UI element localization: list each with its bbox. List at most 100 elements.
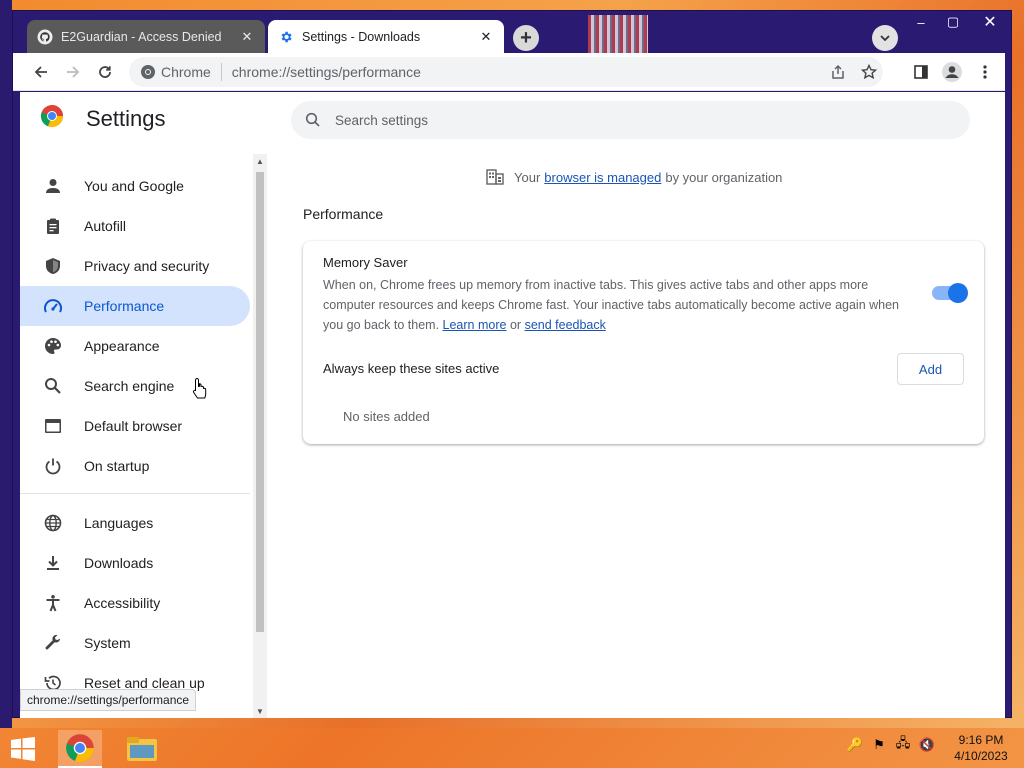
start-button[interactable] — [6, 734, 40, 764]
taskbar-clock[interactable]: 9:16 PM 4/10/2023 — [950, 732, 1012, 764]
memory-saver-description: When on, Chrome frees up memory from ina… — [323, 275, 903, 335]
close-icon[interactable]: ✕ — [239, 29, 255, 45]
bookmark-star-icon[interactable] — [858, 61, 880, 83]
sidebar-item-default-browser[interactable]: Default browser — [20, 406, 250, 446]
memory-saver-description-text: When on, Chrome frees up memory from ina… — [323, 278, 900, 332]
scroll-down-arrow[interactable]: ▼ — [253, 704, 267, 718]
building-icon — [486, 169, 504, 185]
tab-strip: E2Guardian - Access Denied ✕ Settings - … — [13, 11, 1011, 53]
tab-search-button[interactable] — [872, 25, 898, 51]
sidebar-item-accessibility[interactable]: Accessibility — [20, 583, 250, 623]
tab-title: Settings - Downloads — [302, 29, 421, 44]
scroll-up-arrow[interactable]: ▲ — [253, 154, 267, 168]
sidebar-item-performance[interactable]: Performance — [20, 286, 250, 326]
managed-prefix: Your — [514, 169, 541, 185]
sidebar-item-downloads[interactable]: Downloads — [20, 543, 250, 583]
reload-icon — [99, 66, 111, 78]
back-button[interactable] — [29, 60, 53, 84]
taskbar-chrome[interactable] — [58, 730, 102, 768]
sidebar-item-label: On startup — [84, 458, 150, 474]
desktop-edge — [0, 0, 12, 728]
learn-more-link[interactable]: Learn more — [443, 318, 507, 332]
sidebar-item-label: Languages — [84, 515, 154, 531]
or-text: or — [509, 318, 522, 332]
clock-date: 4/10/2023 — [954, 749, 1008, 763]
network-icon[interactable]: 🖧 — [894, 735, 912, 754]
sidebar-item-system[interactable]: System — [20, 623, 250, 663]
divider — [220, 63, 222, 81]
tab-e2guardian[interactable]: E2Guardian - Access Denied ✕ — [27, 20, 265, 53]
tab-settings[interactable]: Settings - Downloads ✕ — [268, 20, 504, 53]
search-icon — [42, 375, 64, 397]
globe-icon — [42, 512, 64, 534]
key-icon[interactable]: 🔑 — [846, 736, 864, 754]
sidebar-item-label: Appearance — [84, 338, 160, 354]
sidebar-item-label: Privacy and security — [84, 258, 210, 274]
memory-saver-toggle[interactable] — [932, 283, 968, 303]
send-feedback-link[interactable]: send feedback — [525, 318, 606, 332]
folder-icon — [127, 737, 157, 761]
sidebar-item-label: System — [84, 635, 131, 651]
side-panel-button[interactable] — [909, 60, 933, 84]
more-vertical-icon — [983, 65, 987, 79]
sidebar-item-autofill[interactable]: Autofill — [20, 206, 250, 246]
taskbar-file-explorer[interactable] — [120, 730, 164, 768]
sidebar-item-appearance[interactable]: Appearance — [20, 326, 250, 366]
taskbar: 🔑 ⚑ 🖧 🔇 9:16 PM 4/10/2023 — [0, 728, 1024, 768]
minimize-button[interactable]: – — [906, 11, 936, 33]
search-input[interactable]: Search settings — [291, 101, 970, 139]
power-icon — [42, 455, 64, 477]
sidebar-item-label: Performance — [84, 298, 165, 314]
nav-scrollbar[interactable]: ▲ ▼ — [253, 154, 267, 718]
browser-window: E2Guardian - Access Denied ✕ Settings - … — [12, 10, 1012, 718]
search-icon — [305, 112, 321, 128]
close-window-button[interactable]: ✕ — [969, 11, 1011, 33]
url-text[interactable]: chrome://settings/performance — [232, 64, 421, 80]
close-icon[interactable]: ✕ — [478, 29, 494, 45]
sidebar-item-label: Search engine — [84, 378, 175, 394]
sidebar-item-on-startup[interactable]: On startup — [20, 446, 250, 486]
clock-time: 9:16 PM — [958, 733, 1004, 747]
address-bar[interactable]: Chrome chrome://settings/performance — [129, 57, 883, 87]
flag-icon[interactable]: ⚑ — [870, 736, 888, 754]
browser-managed-link[interactable]: browser is managed — [544, 170, 661, 185]
status-bubble-url: chrome://settings/performance — [20, 689, 197, 711]
add-site-button[interactable]: Add — [897, 353, 964, 385]
speedometer-icon — [42, 295, 64, 317]
managed-notice: Your browser is managed by your organiza… — [486, 169, 782, 185]
reload-button[interactable] — [93, 60, 117, 84]
memory-saver-card: Memory Saver When on, Chrome frees up me… — [303, 241, 984, 444]
sidebar-item-you-and-google[interactable]: You and Google — [20, 166, 250, 206]
maximize-button[interactable]: ▢ — [938, 11, 968, 33]
sidebar-item-label: Default browser — [84, 418, 183, 434]
github-icon — [37, 29, 53, 45]
volume-muted-icon[interactable]: 🔇 — [918, 736, 936, 754]
no-sites-text: No sites added — [343, 409, 430, 424]
browser-toolbar: Chrome chrome://settings/performance — [13, 53, 1005, 91]
tab-title: E2Guardian - Access Denied — [61, 29, 222, 44]
accessibility-icon — [42, 592, 64, 614]
menu-button[interactable] — [973, 60, 997, 84]
chrome-icon — [137, 61, 159, 83]
site-label: Chrome — [161, 64, 211, 80]
scrollbar-thumb[interactable] — [256, 172, 264, 632]
share-icon[interactable] — [827, 61, 849, 83]
forward-button[interactable] — [61, 60, 85, 84]
system-tray: 🔑 ⚑ 🖧 🔇 — [846, 735, 936, 754]
chrome-logo-icon — [40, 104, 64, 133]
memory-saver-title: Memory Saver — [323, 255, 408, 270]
managed-suffix: by your organization — [665, 169, 783, 185]
sidebar-item-label: Autofill — [84, 218, 127, 234]
sidebar-item-privacy-and-security[interactable]: Privacy and security — [20, 246, 250, 286]
sidebar-item-search-engine[interactable]: Search engine — [20, 366, 250, 406]
gear-icon — [278, 29, 294, 45]
sidebar-item-languages[interactable]: Languages — [20, 503, 250, 543]
browser-icon — [42, 415, 64, 437]
person-icon — [42, 175, 64, 197]
sidebar-item-label: You and Google — [84, 178, 184, 194]
page-title: Settings — [86, 105, 166, 131]
profile-button[interactable] — [940, 60, 964, 84]
sidebar-item-label: Downloads — [84, 555, 154, 571]
new-tab-button[interactable]: + — [513, 25, 539, 51]
avatar-icon — [942, 62, 962, 82]
